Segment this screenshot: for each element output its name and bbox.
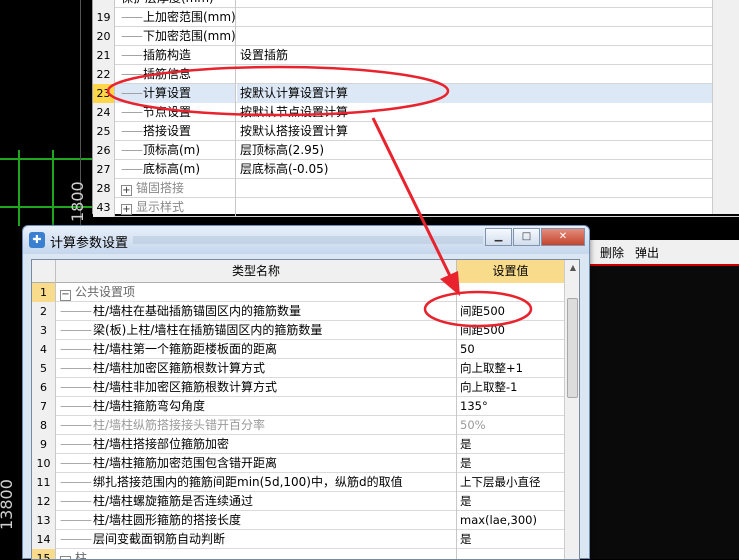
settings-grid: 类型名称 设置值 1 − 公共设置项 2 ——— 柱/墙柱在基础插筋锚固区内的箍筋数… — [31, 259, 580, 560]
grid-row[interactable]: 9 ——— 柱/墙柱搭接部位箍筋加密 是 — [32, 435, 564, 454]
calc-settings-dialog: ✚ 计算参数设置 ▁ □ ✕ 类型名称 设置值 1 − 公共设置项 2 ——— 柱/… — [22, 225, 590, 560]
dialog-title: 计算参数设置 — [50, 236, 129, 251]
grid-row[interactable]: 14 ——— 层间变截面钢筋自动判断 是 — [32, 530, 564, 549]
setting-value-cell[interactable]: 是 — [457, 492, 564, 511]
setting-value-cell[interactable]: 是 — [457, 454, 564, 473]
setting-value-cell[interactable]: 向上取整-1 — [457, 378, 564, 397]
grid-row[interactable]: 11 ——— 绑扎搭接范围内的箍筋间距min(5d,100)中，纵筋d的取值 上下… — [32, 473, 564, 492]
grid-line — [52, 150, 54, 226]
grid-row[interactable]: 13 ——— 柱/墙柱圆形箍筋的搭接长度 max(lae,300) — [32, 511, 564, 530]
setting-value-cell[interactable]: 135° — [457, 397, 564, 416]
grid-row[interactable]: 7 ——— 柱/墙柱箍筋弯勾角度 135° — [32, 397, 564, 416]
maximize-button[interactable]: □ — [513, 228, 540, 246]
minimize-button[interactable]: ▁ — [485, 228, 512, 246]
property-row[interactable]: 保护层厚度(mm) — [93, 0, 739, 8]
grid-row[interactable]: 4 ——— 柱/墙柱第一个箍筋距楼板面的距离 50 — [32, 340, 564, 359]
property-row-calc-settings[interactable]: 23 —— 计算设置 按默认计算设置计算 — [93, 84, 739, 103]
titlebar-ghost-toolbar — [133, 236, 483, 244]
property-scrollbar[interactable] — [712, 0, 739, 214]
grid-line — [18, 150, 20, 226]
grid-row[interactable]: 2 ——— 柱/墙柱在基础插筋锚固区内的箍筋数量 间距500 — [32, 302, 564, 321]
expand-icon[interactable]: + — [121, 185, 132, 196]
grid-header: 类型名称 设置值 — [32, 260, 564, 283]
window-controls: ▁ □ ✕ — [484, 228, 585, 246]
property-row[interactable]: 22 —— 插筋信息 — [93, 65, 739, 84]
setting-value-cell: 50% — [460, 418, 486, 432]
property-row[interactable]: 20 —— 下加密范围(mm) — [93, 27, 739, 46]
header-type-name[interactable]: 类型名称 — [56, 260, 457, 283]
setting-value-cell[interactable]: 上下层最小直径 — [457, 473, 564, 492]
header-setting-value[interactable]: 设置值 — [457, 260, 564, 283]
collapse-icon[interactable]: − — [60, 290, 71, 301]
property-row[interactable]: 24 —— 节点设置 按默认节点设置计算 — [93, 103, 739, 122]
dialog-titlebar[interactable]: ✚ 计算参数设置 ▁ □ ✕ — [23, 226, 589, 254]
grid-row[interactable]: 12 ——— 柱/墙柱螺旋箍筋是否连续通过 是 — [32, 492, 564, 511]
close-button[interactable]: ✕ — [541, 228, 585, 246]
property-row[interactable]: 26 —— 顶标高(m) 层顶标高(2.95) — [93, 141, 739, 160]
app-icon: ✚ — [29, 232, 45, 248]
grid-row[interactable]: 5 ——— 柱/墙柱加密区箍筋根数计算方式 向上取整+1 — [32, 359, 564, 378]
grid-line — [0, 158, 92, 160]
property-row[interactable]: 25 —— 搭接设置 按默认搭接设置计算 — [93, 122, 739, 141]
dimension-label-bottom: 13800 — [0, 479, 16, 530]
grid-row-category[interactable]: 1 − 公共设置项 — [32, 283, 564, 302]
grid-row[interactable]: 10 ——— 柱/墙柱箍筋加密范围包含错开距离 是 — [32, 454, 564, 473]
setting-value-cell[interactable]: 间距500 — [457, 302, 564, 321]
property-row[interactable]: 19 —— 上加密范围(mm) — [93, 8, 739, 27]
collapse-icon[interactable]: − — [60, 556, 71, 559]
grid-scrollbar[interactable]: ▲ — [564, 260, 579, 559]
dimension-label-top: 1800 — [68, 181, 87, 222]
setting-value-cell[interactable]: 向上取整+1 — [457, 359, 564, 378]
cad-viewport[interactable] — [590, 264, 739, 559]
grid-row-disabled[interactable]: 8 ——— 柱/墙柱纵筋搭接接头错开百分率 50% — [32, 416, 564, 435]
delete-button[interactable]: 删除 — [600, 244, 624, 261]
toolbar: 删除 弹出 — [590, 240, 739, 264]
setting-value-cell[interactable]: 间距500 — [457, 321, 564, 340]
setting-value-cell[interactable]: 50 — [457, 340, 564, 359]
setting-value-cell[interactable]: 是 — [457, 530, 564, 549]
expand-icon[interactable]: + — [121, 204, 132, 215]
grid-row[interactable]: 3 ——— 梁(板)上柱/墙柱在插筋锚固区内的箍筋数量 间距500 — [32, 321, 564, 340]
setting-value-cell[interactable]: max(lae,300) — [457, 511, 564, 530]
setting-value-cell[interactable]: 是 — [457, 435, 564, 454]
popup-button[interactable]: 弹出 — [635, 244, 659, 261]
grid-row[interactable]: 6 ——— 柱/墙柱非加密区箍筋根数计算方式 向上取整-1 — [32, 378, 564, 397]
property-row-anchor-lap[interactable]: 28 + 锚固搭接 — [93, 179, 739, 198]
scroll-thumb[interactable] — [567, 298, 578, 398]
property-row[interactable]: 21 —— 插筋构造 设置插筋 — [93, 46, 739, 65]
property-row-display-style[interactable]: 43 + 显示样式 — [93, 198, 739, 217]
property-row[interactable]: 27 —— 底标高(m) 层底标高(-0.05) — [93, 160, 739, 179]
grid-row-category[interactable]: 15 −柱 — [32, 549, 564, 559]
scroll-up-icon[interactable]: ▲ — [565, 260, 579, 276]
property-table: 保护层厚度(mm) 19 ——上加密范围(mm) 20 ——下加密范围(mm) … — [92, 0, 739, 217]
